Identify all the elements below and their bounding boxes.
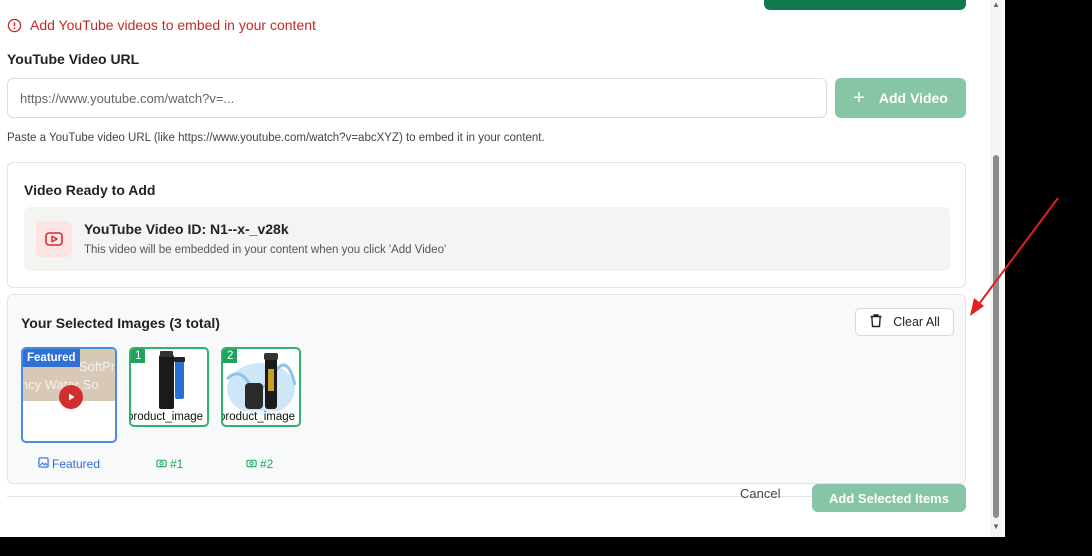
video-embed-note: This video will be embedded in your cont… (84, 244, 447, 256)
youtube-url-input[interactable] (7, 78, 827, 118)
video-id-text: YouTube Video ID: N1--x-_v28k (84, 221, 289, 237)
add-selected-button[interactable]: Add Selected Items (812, 484, 966, 512)
camera-icon (246, 457, 257, 471)
thumbnail-text: SoftPro (79, 359, 116, 374)
featured-caption: Featured (38, 457, 100, 471)
video-ready-title: Video Ready to Add (24, 182, 156, 198)
add-video-button[interactable]: + Add Video (835, 78, 966, 118)
trash-icon (869, 313, 883, 331)
clear-all-button[interactable]: Clear All (855, 308, 954, 336)
clear-all-label: Clear All (893, 315, 940, 329)
scroll-up-arrow-icon[interactable]: ▲ (992, 0, 1000, 9)
image-number-badge: 1 (131, 349, 146, 363)
video-info-box: YouTube Video ID: N1--x-_v28k This video… (24, 207, 950, 271)
add-video-label: Add Video (878, 90, 948, 106)
scroll-down-arrow-icon[interactable]: ▼ (992, 522, 1000, 531)
image-2-label: #2 (260, 457, 274, 471)
play-icon (59, 385, 83, 409)
cancel-button[interactable]: Cancel (740, 486, 780, 501)
image-number-badge: 2 (223, 349, 238, 363)
image-caption: product_image (129, 411, 204, 423)
video-ready-card: Video Ready to Add YouTube Video ID: N1-… (7, 162, 966, 288)
camera-icon (156, 457, 167, 471)
featured-video-thumbnail[interactable]: Featured SoftPro ncy Water So (21, 347, 117, 443)
featured-caption-text: Featured (52, 457, 101, 471)
top-action-button[interactable] (764, 0, 966, 10)
featured-badge: Featured (23, 349, 80, 367)
info-alert: Add YouTube videos to embed in your cont… (7, 17, 316, 33)
alert-text: Add YouTube videos to embed in your cont… (30, 17, 316, 33)
url-field-label: YouTube Video URL (7, 51, 140, 67)
image-1-caption: #1 (156, 457, 183, 471)
alert-circle-icon (7, 18, 22, 33)
media-modal: Add YouTube videos to embed in your cont… (0, 0, 1005, 537)
selected-image-2[interactable]: 2 product_image (221, 347, 301, 427)
selected-images-panel: Your Selected Images (3 total) Clear All… (7, 294, 966, 484)
annotation-arrow-icon (970, 197, 1059, 316)
image-caption: product_image (221, 411, 296, 423)
image-2-caption: #2 (246, 457, 273, 471)
selected-image-1[interactable]: 1 product_image (129, 347, 209, 427)
url-help-text: Paste a YouTube video URL (like https://… (7, 132, 545, 144)
selected-images-title: Your Selected Images (3 total) (21, 315, 220, 331)
image-icon (38, 457, 49, 471)
image-1-label: #1 (170, 457, 184, 471)
plus-icon: + (853, 87, 865, 109)
youtube-icon (36, 221, 72, 257)
